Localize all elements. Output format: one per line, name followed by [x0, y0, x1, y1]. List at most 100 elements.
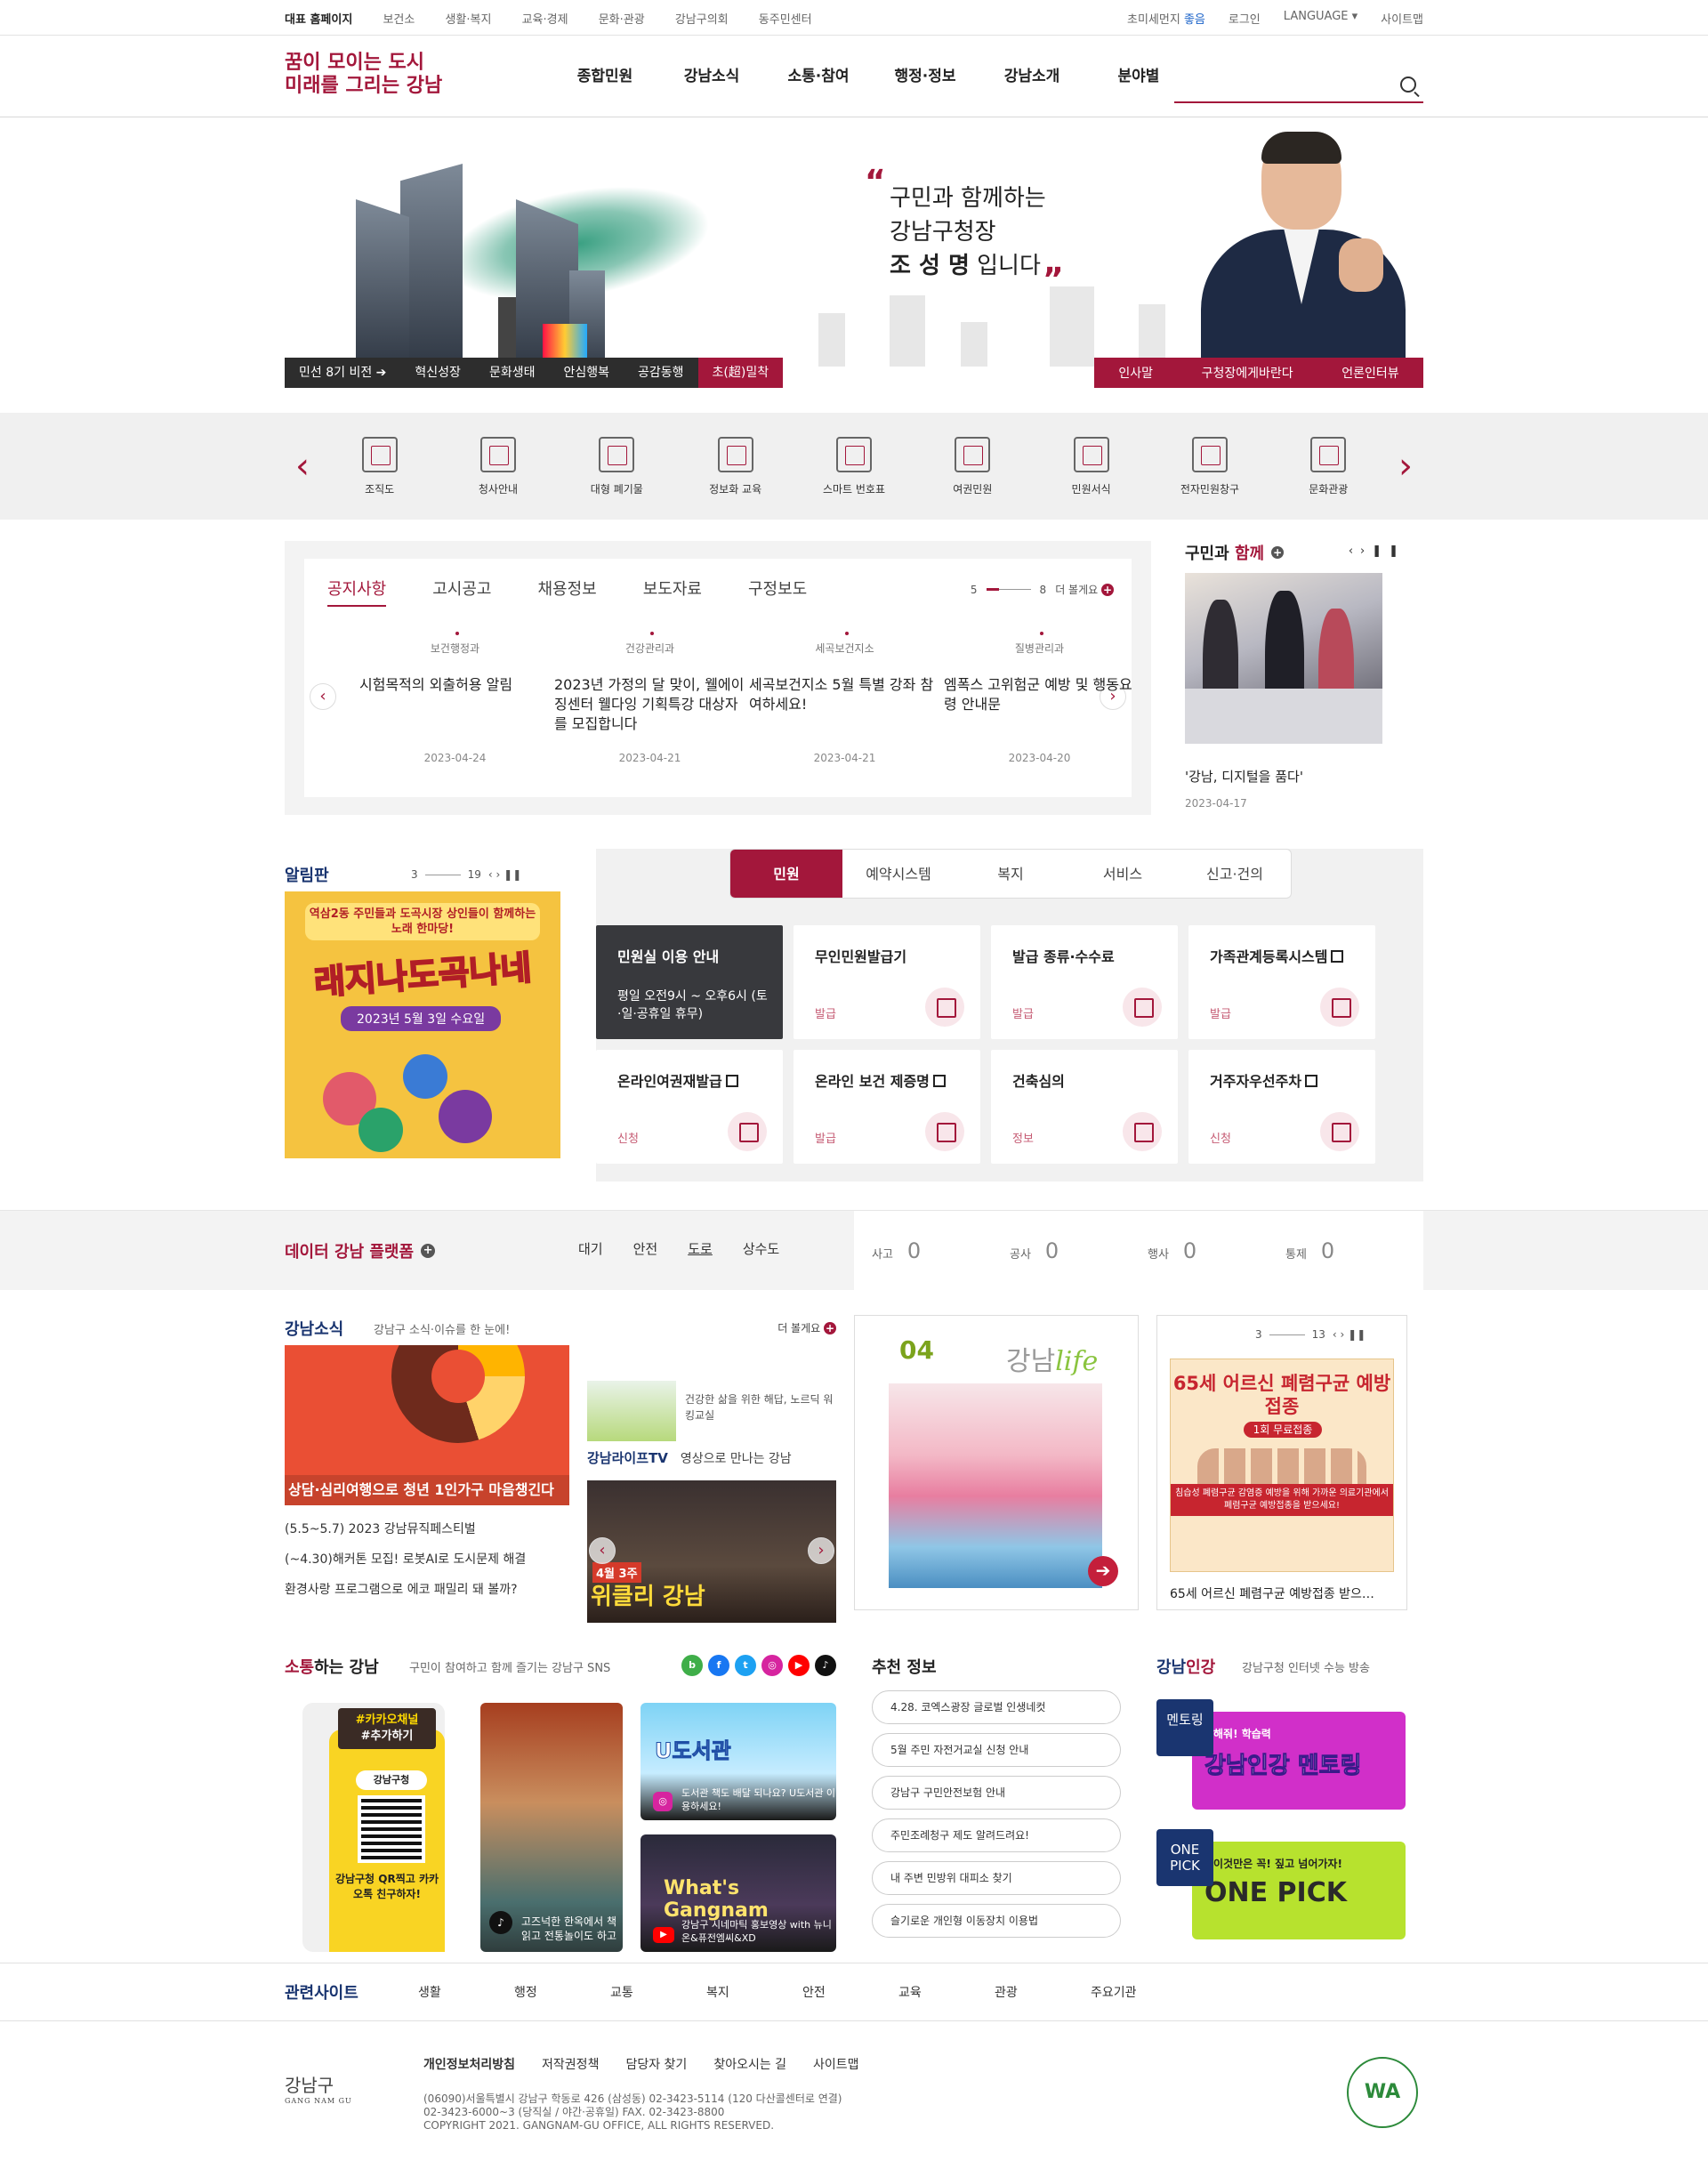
youtube-icon[interactable]: ▶ [788, 1655, 810, 1676]
list-item[interactable]: 주민조례청구 제도 알려드려요! [872, 1818, 1121, 1852]
tab-reservation[interactable]: 예약시스템 [842, 850, 955, 898]
notice-card[interactable]: 보건행정과 시험목적의 외출허용 알림 2023-04-24 [358, 632, 552, 764]
nav-admin[interactable]: 행정·정보 [872, 36, 979, 117]
vision-link-proximity[interactable]: 초(超)밀착 [697, 358, 784, 388]
util-link-health[interactable]: 보건소 [383, 13, 415, 27]
tab-notice[interactable]: 공지사항 [327, 577, 387, 607]
related-select-education[interactable]: 교육 [898, 1983, 995, 2001]
util-link-welfare[interactable]: 생활·복지 [445, 13, 491, 27]
plus-icon[interactable]: + [421, 1244, 436, 1258]
tab-road[interactable]: 도로 [688, 1239, 713, 1258]
util-link-education[interactable]: 교육·경제 [522, 13, 568, 27]
ingang-onepick-banner[interactable]: 이것만은 꼭! 짚고 넘어가자! ONE PICK [1192, 1842, 1406, 1939]
search-icon[interactable] [1400, 77, 1416, 93]
news-main-image[interactable]: 상담·심리여행으로 청년 1인가구 마음챙긴다 [285, 1345, 569, 1505]
language-select[interactable]: LANGUAGE ▾ [1284, 10, 1358, 27]
service-card-passport[interactable]: 온라인여권재발급 신청 [596, 1050, 783, 1164]
vision-link-safety[interactable]: 안심행복 [549, 358, 624, 388]
tab-water[interactable]: 상수도 [743, 1239, 779, 1258]
util-link-main[interactable]: 대표 홈페이지 [285, 13, 352, 27]
related-select-admin[interactable]: 행정 [514, 1983, 610, 2001]
popup-controls[interactable]: ‹ › ❚❚ [1333, 1328, 1366, 1341]
list-item[interactable]: 내 주변 민방위 대피소 찾기 [872, 1861, 1121, 1895]
popup-banner[interactable]: 65세 어르신 폐렴구균 예방접종 1회 무료접종 침습성 폐렴구균 감염증 예… [1170, 1359, 1394, 1572]
quick-item-it-edu[interactable]: 정보화 교육 [687, 436, 785, 496]
notice-card[interactable]: 세곡보건지소 세곡보건지소 5월 특별 강좌 참여하세요! 2023-04-21 [747, 632, 942, 764]
quick-next-button[interactable]: › [1388, 448, 1423, 484]
mayor-link-interview[interactable]: 언론인터뷰 [1341, 364, 1398, 382]
vision-link-innovation[interactable]: 혁신성장 [400, 358, 475, 388]
tab-media[interactable]: 구정보도 [748, 577, 807, 607]
service-card-parking[interactable]: 거주자우선주차 신청 [1188, 1050, 1375, 1164]
ingang-mentoring-banner[interactable]: 해줘! 학습력 강남인강 멘토링 [1192, 1712, 1406, 1810]
nav-news[interactable]: 강남소식 [658, 36, 765, 117]
vision-link-main[interactable]: 민선 8기 비전 ➔ [285, 358, 400, 388]
quick-prev-button[interactable]: ‹ [285, 448, 320, 484]
sns-card-whats-gangnam[interactable]: What's Gangnam ▶ 강남구 시네마틱 홍보영상 with 뉴니온&… [640, 1834, 836, 1952]
related-select-life[interactable]: 생활 [418, 1983, 514, 2001]
quick-item-e-civil[interactable]: 전자민원창구 [1161, 436, 1259, 496]
site-logo[interactable]: 꿈이 모이는 도시 미래를 그리는 강남 [285, 52, 442, 105]
notice-card[interactable]: 질병관리과 엠폭스 고위험군 예방 및 행동요령 안내문 2023-04-20 [942, 632, 1137, 764]
sitemap-link[interactable]: 사이트맵 [1381, 10, 1423, 27]
service-card-fees[interactable]: 발급 종류·수수료 발급 [991, 925, 1178, 1039]
copyright-policy-link[interactable]: 저작권정책 [542, 2055, 599, 2073]
related-select-welfare[interactable]: 복지 [706, 1983, 802, 2001]
service-card-family-registry[interactable]: 가족관계등록시스템 발급 [1188, 925, 1375, 1039]
service-card-health-cert[interactable]: 온라인 보건 제증명 발급 [794, 1050, 980, 1164]
quick-item-waste[interactable]: 대형 폐기물 [568, 436, 665, 496]
notice-card[interactable]: 건강관리과 2023년 가정의 달 맞이, 웰에이징센터 웰다잉 기획특강 대상… [552, 632, 747, 764]
sns-card-library[interactable]: U도서관 ◎ 도서관 책도 배달 되나요? U도서관 이용하세요! [640, 1703, 836, 1820]
arrow-right-icon[interactable]: ➔ [1088, 1556, 1118, 1586]
list-item[interactable]: 강남구 구민안전보험 안내 [872, 1776, 1121, 1810]
tab-air[interactable]: 대기 [578, 1239, 603, 1258]
quick-item-org-chart[interactable]: 조직도 [331, 436, 429, 496]
list-item[interactable]: 4.28. 코엑스광장 글로벌 인생네컷 [872, 1690, 1121, 1724]
service-card-kiosk[interactable]: 무인민원발급기 발급 [794, 925, 980, 1039]
list-item[interactable]: 환경사랑 프로그램으로 에코 패밀리 돼 볼까? [285, 1575, 526, 1605]
plus-icon[interactable]: + [1271, 546, 1285, 559]
quick-item-passport[interactable]: 여권민원 [923, 436, 1021, 496]
web-accessibility-mark[interactable]: WA [1347, 2057, 1418, 2128]
board-poster[interactable]: 역삼2동 주민들과 도곡시장 상인들이 함께하는 노래 한마당! 래지나도곡나네… [285, 891, 560, 1158]
instagram-icon[interactable]: ◎ [761, 1655, 783, 1676]
find-staff-link[interactable]: 담당자 찾기 [625, 2055, 687, 2073]
quick-item-forms[interactable]: 민원서식 [1043, 436, 1140, 496]
tv-prev-button[interactable]: ‹ [589, 1537, 616, 1564]
twitter-icon[interactable]: t [735, 1655, 756, 1676]
util-link-community[interactable]: 동주민센터 [759, 13, 812, 27]
blog-icon[interactable]: b [681, 1655, 703, 1676]
mayor-link-request[interactable]: 구청장에게바란다 [1202, 364, 1293, 382]
quick-item-building[interactable]: 청사안내 [449, 436, 547, 496]
tab-welfare[interactable]: 복지 [955, 850, 1067, 898]
related-select-agencies[interactable]: 주요기관 [1091, 1983, 1187, 2001]
service-card-building-review[interactable]: 건축심의 정보 [991, 1050, 1178, 1164]
util-link-culture[interactable]: 문화·관광 [599, 13, 645, 27]
nav-civil[interactable]: 종합민원 [552, 36, 658, 117]
sns-card-hanok[interactable]: ♪ 고즈넉한 한옥에서 책 읽고 전통놀이도 하고 [480, 1703, 623, 1952]
tab-report[interactable]: 신고·건의 [1179, 850, 1291, 898]
mayor-link-greeting[interactable]: 인사말 [1118, 364, 1153, 382]
notice-prev-button[interactable]: ‹ [310, 683, 336, 710]
related-select-traffic[interactable]: 교통 [610, 1983, 706, 2001]
together-controls[interactable]: ‹›❚❚ [1349, 544, 1406, 558]
util-link-council[interactable]: 강남구의회 [675, 13, 729, 27]
nav-about[interactable]: 강남소개 [979, 36, 1085, 117]
list-item[interactable]: (~4.30)해커톤 모집! 로봇AI로 도시문제 해결 [285, 1544, 526, 1575]
tab-press[interactable]: 보도자료 [643, 577, 702, 607]
tab-civil[interactable]: 민원 [730, 850, 842, 898]
tab-recruit[interactable]: 채용정보 [538, 577, 597, 607]
more-link[interactable]: 더 볼게요 + [1055, 582, 1114, 597]
kakao-channel-card[interactable]: #카카오채널 #추가하기 강남구청 강남구청 QR찍고 카카오톡 친구하자! [302, 1703, 445, 1952]
nav-participation[interactable]: 소통·참여 [765, 36, 872, 117]
tab-service[interactable]: 서비스 [1067, 850, 1179, 898]
vision-link-culture[interactable]: 문화생태 [475, 358, 550, 388]
login-link[interactable]: 로그인 [1229, 10, 1261, 27]
related-select-tourism[interactable]: 관광 [995, 1983, 1091, 2001]
facebook-icon[interactable]: f [708, 1655, 729, 1676]
directions-link[interactable]: 찾아오시는 길 [713, 2055, 786, 2073]
privacy-policy-link[interactable]: 개인정보처리방침 [423, 2055, 515, 2073]
search-input[interactable] [1174, 68, 1423, 103]
tv-thumbnail[interactable]: 4월 3주 위클리 강남 ‹ › [587, 1480, 836, 1623]
vision-link-empathy[interactable]: 공감동행 [624, 358, 698, 388]
